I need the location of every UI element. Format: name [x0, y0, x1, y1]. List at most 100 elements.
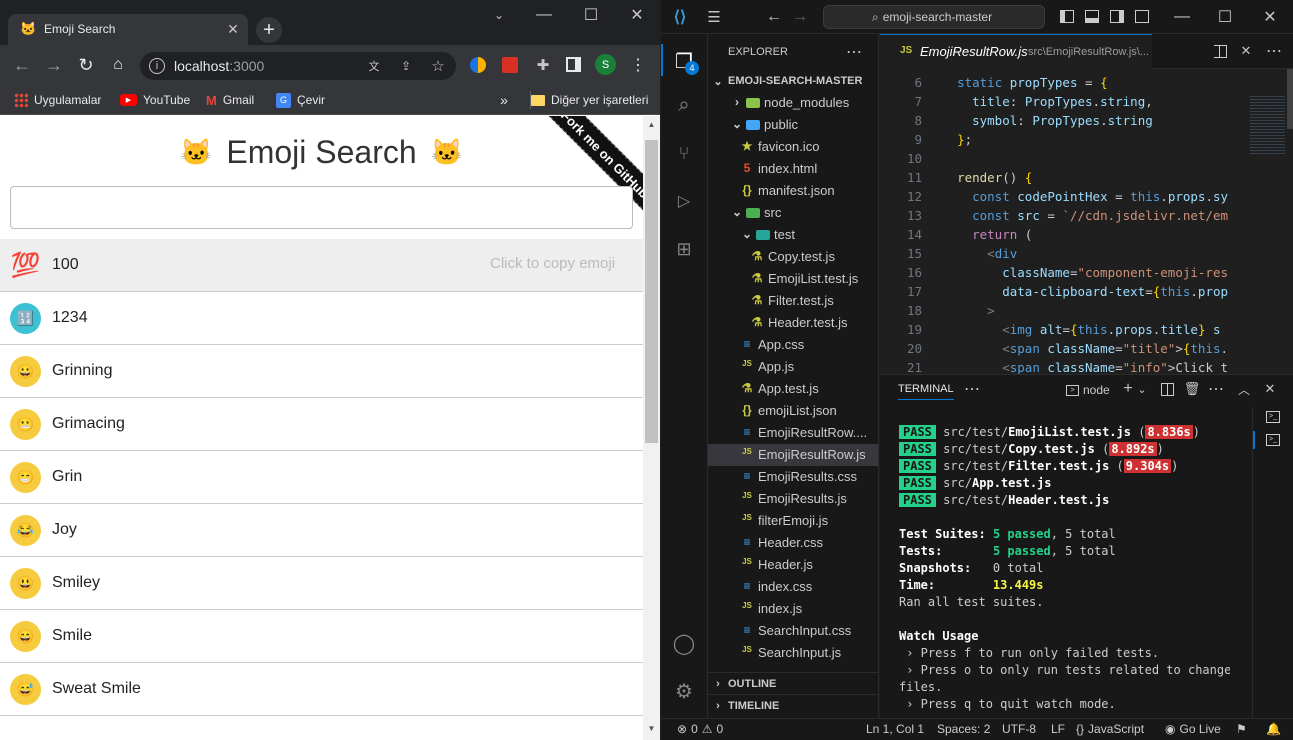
indentation[interactable]: Spaces: 2 [937, 722, 990, 736]
workspace-folder-header[interactable]: ⌄ EMOJI-SEARCH-MASTER [708, 70, 878, 92]
emoji-result-row[interactable]: 😃 Smiley [0, 557, 643, 610]
terminal-shell-selector[interactable]: > node [1066, 381, 1110, 399]
translate-icon[interactable]: 文 [366, 58, 382, 74]
tree-item[interactable]: ⚗ Copy.test.js [708, 246, 878, 268]
back-icon[interactable]: ← [10, 53, 34, 77]
scroll-up-icon[interactable]: ▲ [643, 118, 660, 130]
menu-kebab-icon[interactable]: ⋮ [630, 55, 646, 75]
tree-item[interactable]: ⚗ Filter.test.js [708, 290, 878, 312]
explorer-more-icon[interactable]: ⋯ [846, 44, 862, 61]
menu-icon[interactable]: ☰ [705, 8, 723, 26]
extension-red-icon[interactable] [502, 57, 518, 73]
timeline-section[interactable]: › TIMELINE [708, 694, 878, 716]
tree-item[interactable]: JS EmojiResultRow.js [708, 444, 878, 466]
close-panel-icon[interactable]: ✕ [1262, 381, 1278, 397]
tree-item[interactable]: 5 index.html [708, 158, 878, 180]
tree-item[interactable]: › node_modules [708, 92, 878, 114]
command-center-search[interactable]: ⌕ emoji-search-master [823, 5, 1045, 29]
bookmark-star-icon[interactable]: ☆ [430, 58, 446, 75]
tree-item[interactable]: ⌄ public [708, 114, 878, 136]
site-info-icon[interactable]: i [149, 58, 165, 74]
share-icon[interactable]: ⇪ [398, 58, 414, 74]
encoding[interactable]: UTF-8 [1002, 722, 1036, 736]
toggle-panel-icon[interactable] [1085, 10, 1099, 23]
terminal-list-item[interactable]: >_ [1266, 434, 1280, 446]
extension-icon[interactable] [470, 57, 486, 73]
maximize-button[interactable]: ☐ [582, 6, 600, 24]
nav-back-icon[interactable]: ← [765, 8, 783, 26]
tree-item[interactable]: ⌄ test [708, 224, 878, 246]
code-view[interactable]: 6 static propTypes = {7 title: PropTypes… [880, 69, 1240, 374]
cursor-position[interactable]: Ln 1, Col 1 [866, 722, 924, 736]
tree-item[interactable]: {} emojiList.json [708, 400, 878, 422]
run-debug-icon[interactable]: ▷ [671, 188, 697, 214]
panel-more-icon[interactable]: ⋯ [964, 381, 980, 398]
tree-item[interactable]: ≡ EmojiResultRow.... [708, 422, 878, 444]
address-bar[interactable]: i localhost:3000 文 ⇪ ☆ [140, 52, 456, 80]
toggle-secondary-sidebar-icon[interactable] [1110, 10, 1124, 23]
terminal-dropdown-icon[interactable]: ⌄ [1136, 381, 1148, 397]
end-of-line[interactable]: LF [1051, 722, 1065, 736]
minimize-button[interactable]: — [1173, 8, 1191, 26]
tree-item[interactable]: JS filterEmoji.js [708, 510, 878, 532]
close-window-button[interactable]: ✕ [628, 6, 646, 24]
tree-item[interactable]: ⌄ src [708, 202, 878, 224]
tree-item[interactable]: JS App.js [708, 356, 878, 378]
nav-forward-icon[interactable]: → [791, 8, 809, 26]
tree-item[interactable]: ⚗ App.test.js [708, 378, 878, 400]
emoji-result-row[interactable]: 😬 Grimacing [0, 398, 643, 451]
close-editor-icon[interactable]: ✕ [1238, 43, 1254, 59]
search-input[interactable] [10, 186, 633, 229]
editor-tab[interactable]: JS EmojiResultRow.js src\EmojiResultRow.… [880, 34, 1293, 69]
bookmarks-overflow-icon[interactable]: » [496, 91, 512, 109]
maximize-button[interactable]: ☐ [1216, 8, 1234, 26]
tree-item[interactable]: ★ favicon.ico [708, 136, 878, 158]
minimap[interactable] [1250, 96, 1285, 156]
emoji-result-row[interactable]: 😂 Joy [0, 504, 643, 557]
tree-item[interactable]: JS SearchInput.js [708, 642, 878, 664]
split-editor-icon[interactable] [1214, 45, 1227, 58]
tree-item[interactable]: ≡ Header.css [708, 532, 878, 554]
maximize-panel-icon[interactable]: ︿ [1236, 381, 1252, 397]
new-terminal-icon[interactable]: + [1120, 380, 1136, 397]
home-icon[interactable]: ⌂ [106, 53, 130, 77]
tree-item[interactable]: JS Header.js [708, 554, 878, 576]
close-window-button[interactable]: ✕ [1261, 8, 1279, 26]
tree-item[interactable]: ≡ index.css [708, 576, 878, 598]
source-control-icon[interactable]: ⑂ [671, 140, 697, 166]
emoji-result-row[interactable]: 😁 Grin [0, 451, 643, 504]
split-terminal-icon[interactable] [1161, 383, 1174, 396]
profile-avatar[interactable]: S [595, 54, 616, 75]
manage-gear-icon[interactable]: ⚙ [671, 678, 697, 704]
extensions-puzzle-icon[interactable]: ✚ [533, 55, 553, 75]
problems-indicator[interactable]: ⊗ 0 ⚠ 0 [677, 722, 723, 736]
bookmark-apps[interactable]: Uygulamalar [14, 91, 101, 109]
tree-item[interactable]: JS index.js [708, 598, 878, 620]
accounts-icon[interactable]: ◯ [671, 630, 697, 656]
new-tab-button[interactable]: + [256, 17, 282, 43]
bookmark-youtube[interactable]: ▶ YouTube [120, 91, 190, 109]
toggle-sidebar-icon[interactable] [1060, 10, 1074, 23]
emoji-result-row[interactable]: 😄 Smile [0, 610, 643, 663]
editor-more-icon[interactable]: ⋯ [1266, 43, 1282, 60]
tree-item[interactable]: ≡ SearchInput.css [708, 620, 878, 642]
scroll-thumb[interactable] [645, 140, 658, 443]
terminal-list-item[interactable]: >_ [1266, 411, 1280, 423]
notifications-bell-icon[interactable]: 🔔 [1266, 722, 1281, 736]
scrollbar[interactable]: ▲ ▼ [643, 116, 660, 740]
feedback-icon[interactable]: ⚑ [1236, 722, 1247, 736]
other-bookmarks[interactable]: Diğer yer işaretleri [530, 91, 648, 109]
extensions-icon[interactable]: ⊞ [671, 236, 697, 262]
search-icon[interactable]: ⌕ [671, 92, 697, 118]
forward-icon[interactable]: → [42, 53, 66, 77]
emoji-result-row[interactable]: 😅 Sweat Smile [0, 663, 643, 716]
editor-scrollbar[interactable] [1287, 69, 1293, 129]
tree-item[interactable]: ≡ EmojiResults.css [708, 466, 878, 488]
side-panel-icon[interactable] [566, 57, 581, 72]
bookmark-translate[interactable]: G Çevir [276, 91, 325, 109]
reload-icon[interactable]: ↻ [74, 53, 98, 77]
panel-more-icon[interactable]: ⋯ [1208, 381, 1224, 398]
tree-item[interactable]: ⚗ Header.test.js [708, 312, 878, 334]
bookmark-gmail[interactable]: M Gmail [206, 91, 254, 109]
tab-search-icon[interactable]: ⌄ [490, 6, 508, 24]
